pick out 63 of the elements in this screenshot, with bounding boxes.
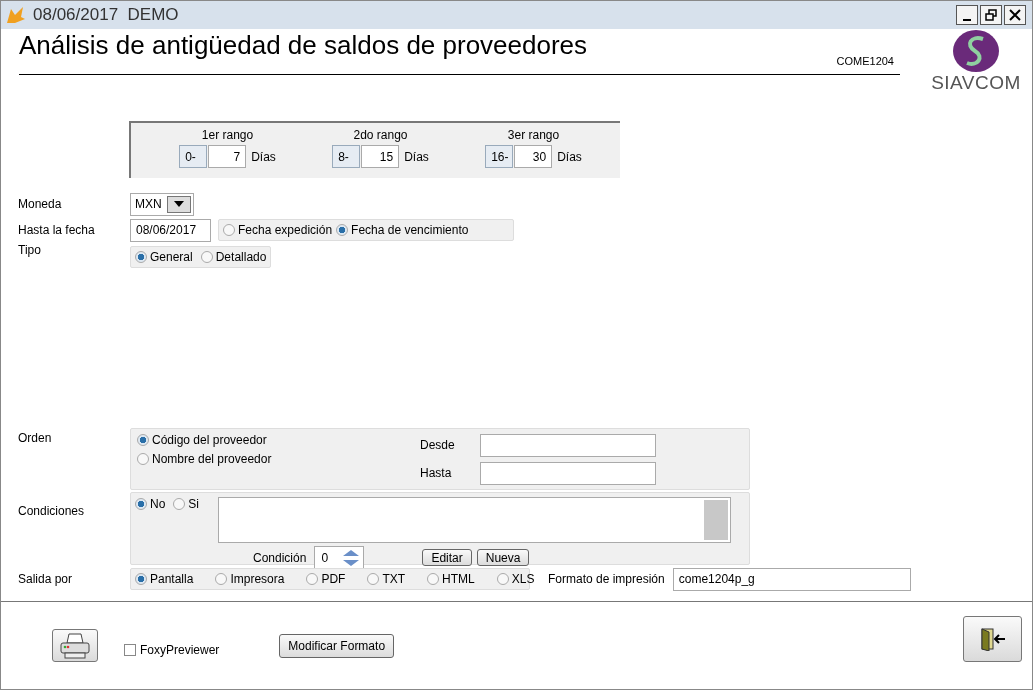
radio-option[interactable]: No (135, 497, 166, 511)
radio-option[interactable]: Fecha de vencimiento (336, 223, 469, 237)
caret-icon (174, 201, 184, 207)
range-label: 1er rango (201, 128, 254, 142)
minimize-button[interactable] (956, 5, 978, 25)
restore-icon (985, 9, 997, 21)
field-label: Formato de impresión (548, 572, 665, 586)
restore-button[interactable] (980, 5, 1002, 25)
radio-option[interactable]: XLS (496, 572, 535, 586)
field-label: Hasta la fecha (18, 223, 96, 237)
field-label: Desde (420, 438, 456, 452)
condition-spinner[interactable]: 0 (314, 546, 365, 569)
field-label: Condición (253, 550, 307, 565)
radio-option[interactable]: PDF (306, 572, 346, 586)
field-label: Tipo (18, 243, 42, 257)
exit-button[interactable] (963, 615, 1022, 662)
from-field[interactable] (480, 433, 656, 457)
radio-option[interactable]: Si (173, 497, 199, 511)
action-button[interactable]: Editar (422, 549, 472, 566)
field-label: Moneda (18, 197, 63, 211)
range-start-field: 0- (179, 145, 208, 168)
close-button[interactable] (1004, 5, 1026, 25)
close-icon (1009, 9, 1021, 21)
form-title: Análisis de antigüedad de saldos de proveedores (19, 29, 588, 61)
unit-label: Días (557, 149, 582, 164)
radio-option[interactable]: General (135, 250, 193, 264)
logo-icon (951, 29, 1001, 73)
modify-format-button[interactable]: Modificar Formato (279, 633, 395, 658)
currency-dropdown[interactable]: MXN (130, 192, 194, 216)
form-code: COME1204 (836, 55, 894, 67)
field-label: Condiciones (18, 504, 86, 518)
range-end-field[interactable]: 7 (208, 145, 247, 168)
radio-option[interactable]: Impresora (215, 572, 285, 586)
radio-option[interactable]: Pantalla (135, 572, 194, 586)
date-field[interactable]: 08/06/2017 (130, 218, 211, 242)
logo-text: SIAVCOM (931, 73, 1021, 93)
unit-label: Días (251, 149, 276, 164)
print-button[interactable] (52, 629, 98, 662)
field-label: Salida por (18, 572, 74, 586)
range-start-field: 8- (332, 145, 361, 168)
range-start-field: 16- (485, 145, 514, 168)
window-title: 08/06/2017 DEMO (33, 5, 180, 25)
radio-option[interactable]: Fecha expedición (223, 223, 333, 237)
radio-option[interactable]: Nombre del proveedor (137, 452, 272, 466)
scrollbar[interactable] (704, 500, 728, 540)
range-end-field[interactable]: 30 (514, 145, 553, 168)
field-label: Hasta (420, 466, 453, 480)
unit-label: Días (404, 149, 429, 164)
range-label: 2do rango (353, 128, 408, 142)
radio-option[interactable]: Código del proveedor (137, 433, 267, 447)
radio-option[interactable]: HTML (427, 572, 475, 586)
radio-option[interactable]: Detallado (200, 250, 267, 264)
range-label: 3er rango (507, 128, 560, 142)
foxypreviewer-checkbox[interactable]: FoxyPreviewer (124, 642, 220, 657)
minimize-icon (963, 19, 971, 21)
print-format-field[interactable]: come1204p_g (672, 567, 911, 591)
to-field[interactable] (480, 461, 656, 485)
range-end-field[interactable]: 15 (361, 145, 400, 168)
exit-door-icon (978, 626, 1007, 651)
radio-option[interactable]: TXT (367, 572, 406, 586)
field-label: Orden (18, 431, 53, 445)
action-button[interactable]: Nueva (476, 549, 530, 566)
printer-icon (59, 632, 91, 659)
